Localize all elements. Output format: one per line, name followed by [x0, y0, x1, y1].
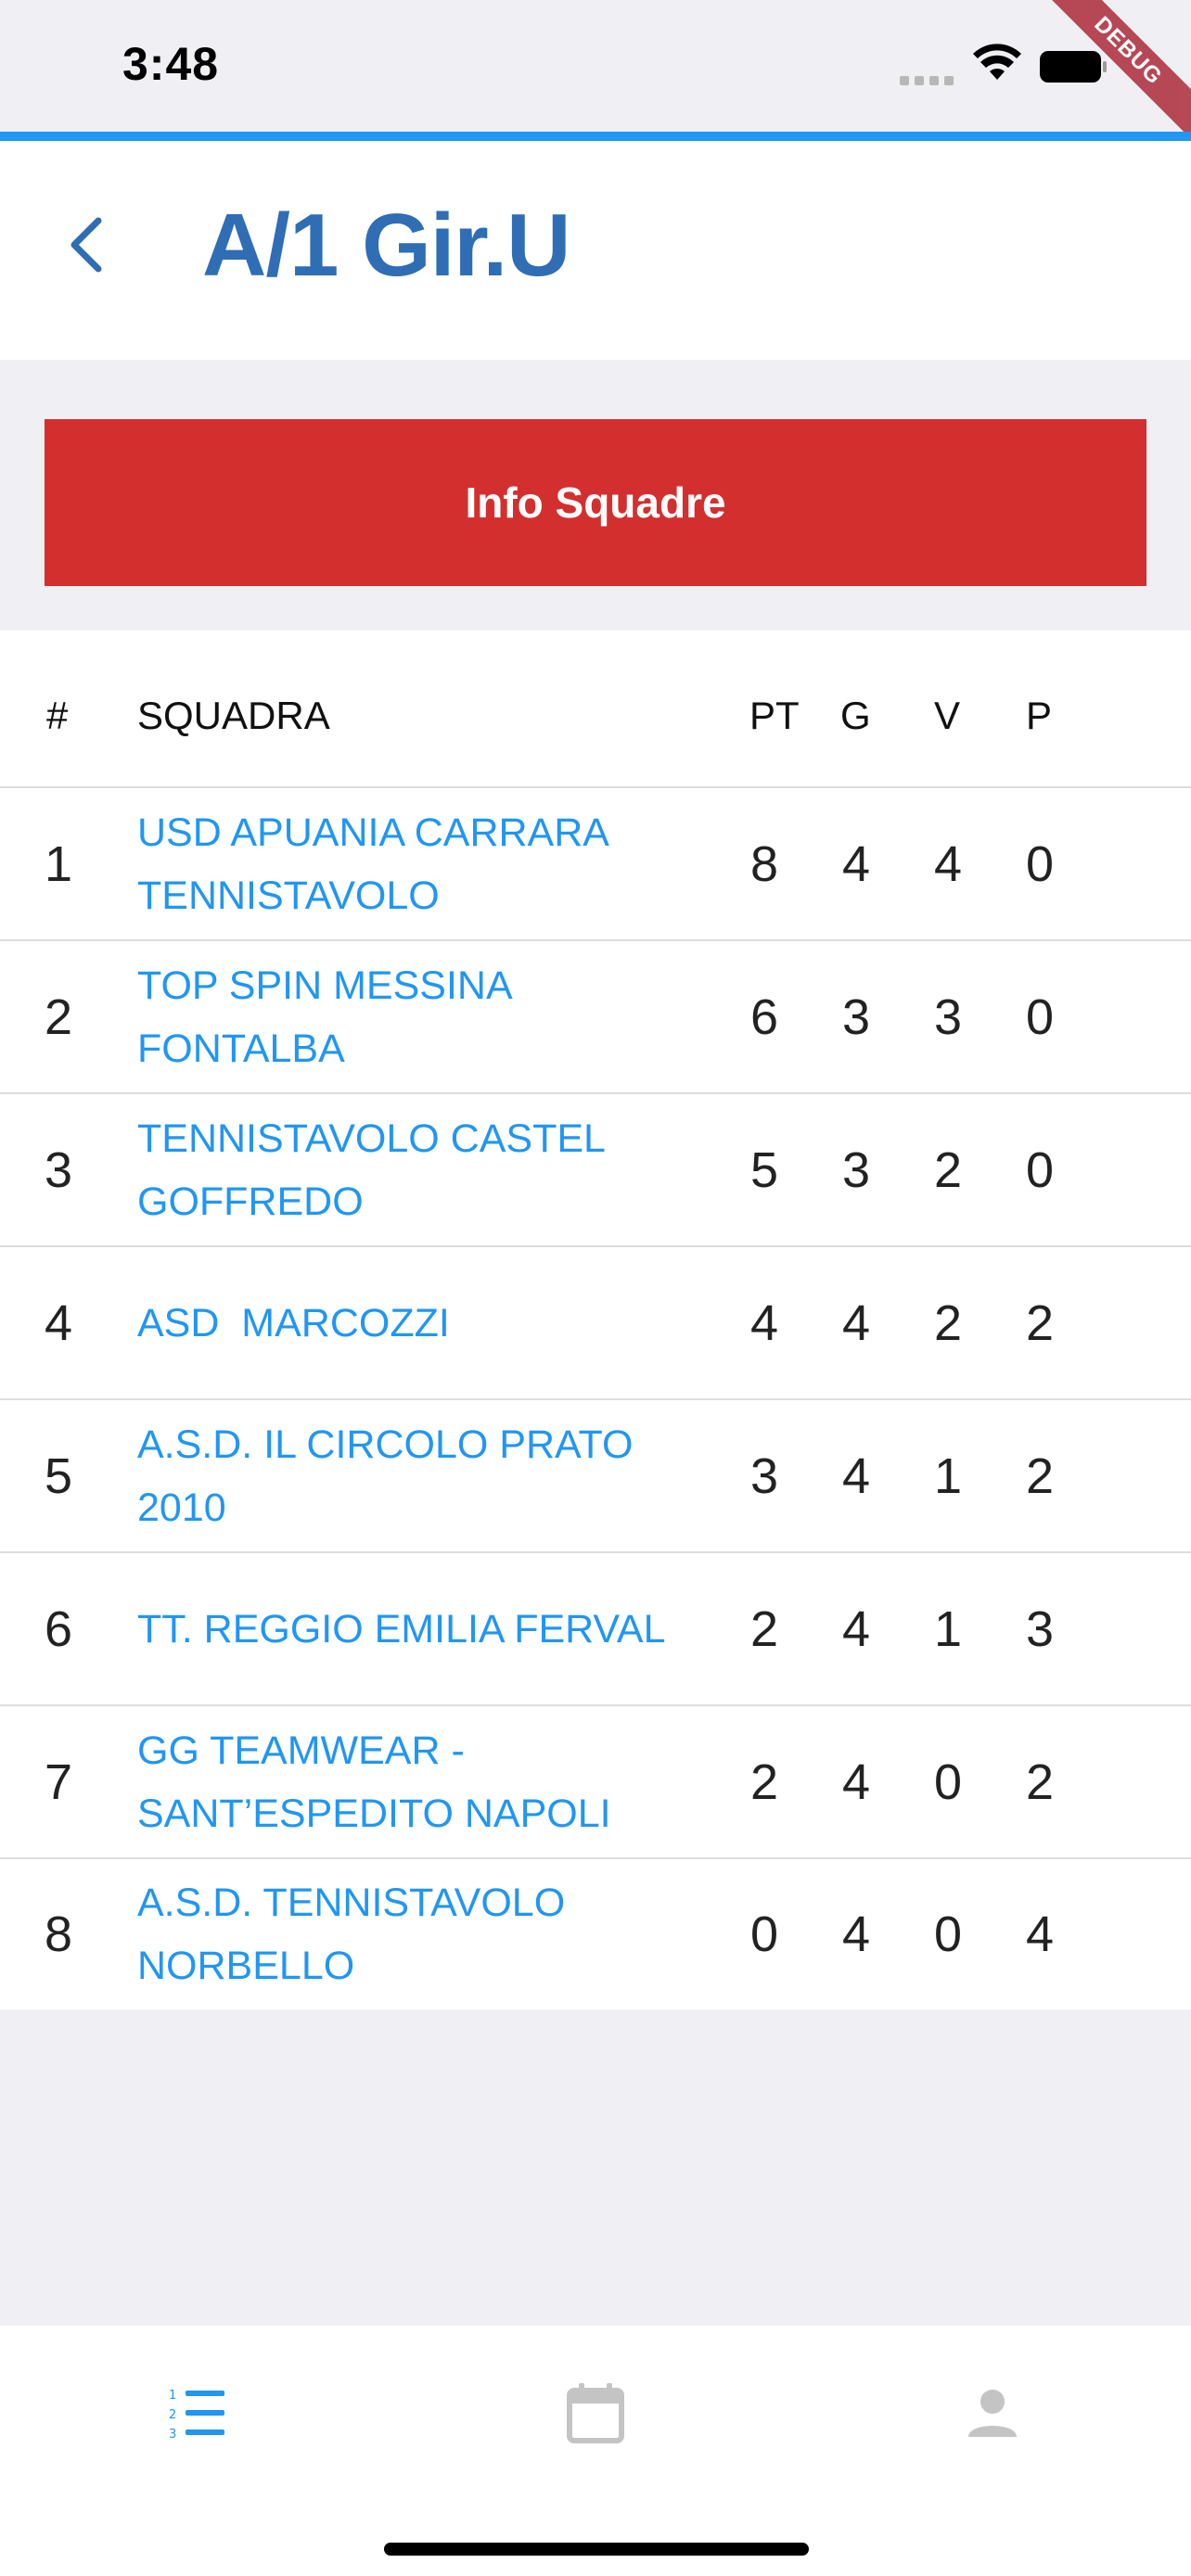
column-header-pt: PT	[749, 694, 800, 737]
points-cell: 2	[749, 1600, 779, 1657]
played-cell: 4	[841, 1294, 871, 1351]
team-link[interactable]: USD APUANIA CARRARA TENNISTAVOLO	[137, 788, 694, 939]
wins-cell: 2	[933, 1294, 963, 1351]
standings-table: # SQUADRA PT G V P 1 USD APUANIA CARRARA…	[0, 631, 1191, 2009]
losses-cell: 0	[1025, 988, 1055, 1045]
losses-cell: 4	[1025, 1906, 1055, 1962]
team-link[interactable]: GG TEAMWEAR - SANT’ESPEDITO NAPOLI	[137, 1706, 694, 1857]
played-cell: 4	[841, 1600, 871, 1657]
bottom-navigation: 1 2 3	[0, 2326, 1191, 2576]
page-title: A/1 Gir.U	[202, 196, 570, 295]
wins-cell: 2	[933, 1141, 963, 1198]
status-time: 3:48	[122, 38, 220, 90]
position-cell: 1	[45, 835, 73, 892]
svg-text:1: 1	[169, 2389, 176, 2403]
table-row: 6 TT. REGGIO EMILIA FERVAL 2 4 1 3	[0, 1553, 1191, 1706]
wins-cell: 3	[933, 988, 963, 1045]
nav-standings[interactable]: 1 2 3	[150, 2366, 243, 2459]
played-cell: 4	[841, 1906, 871, 1962]
points-cell: 2	[749, 1753, 779, 1810]
table-row: 3 TENNISTAVOLO CASTEL GOFFREDO 5 3 2 0	[0, 1094, 1191, 1247]
home-indicator[interactable]	[384, 2543, 809, 2556]
table-row: 2 TOP SPIN MESSINA FONTALBA 6 3 3 0	[0, 941, 1191, 1094]
cellular-signal-icon	[900, 76, 954, 85]
losses-cell: 0	[1025, 835, 1055, 892]
person-icon	[968, 2390, 1017, 2437]
calendar-icon	[567, 2383, 624, 2443]
losses-cell: 2	[1025, 1753, 1055, 1810]
table-row: 7 GG TEAMWEAR - SANT’ESPEDITO NAPOLI 2 4…	[0, 1706, 1191, 1859]
points-cell: 5	[749, 1141, 779, 1198]
played-cell: 4	[841, 835, 871, 892]
info-squadre-button[interactable]: Info Squadre	[45, 419, 1146, 586]
points-cell: 0	[749, 1906, 779, 1962]
top-accent-bar	[0, 132, 1191, 141]
column-header-pos: #	[46, 694, 69, 737]
team-link[interactable]: TENNISTAVOLO CASTEL GOFFREDO	[137, 1094, 694, 1245]
standings-list-icon: 1 2 3	[169, 2389, 224, 2439]
wins-cell: 0	[933, 1753, 963, 1810]
points-cell: 6	[749, 988, 779, 1045]
team-link[interactable]: TOP SPIN MESSINA FONTALBA	[137, 941, 694, 1092]
column-header-v: V	[934, 694, 961, 737]
column-header-g: G	[840, 694, 871, 737]
table-row: 5 A.S.D. IL CIRCOLO PRATO 2010 3 4 1 2	[0, 1400, 1191, 1553]
wins-cell: 1	[933, 1447, 963, 1504]
losses-cell: 2	[1025, 1447, 1055, 1504]
team-link[interactable]: ASD MARCOZZI	[137, 1247, 694, 1398]
played-cell: 4	[841, 1447, 871, 1504]
points-cell: 4	[749, 1294, 779, 1351]
played-cell: 4	[841, 1753, 871, 1810]
column-header-p: P	[1026, 694, 1053, 737]
table-row: 8 A.S.D. TENNISTAVOLO NORBELLO 0 4 0 4	[0, 1859, 1191, 2009]
position-cell: 4	[45, 1294, 73, 1351]
svg-text:2: 2	[169, 2408, 176, 2422]
table-row: 4 ASD MARCOZZI 4 4 2 2	[0, 1247, 1191, 1400]
status-bar: 3:48 DEBUG	[0, 0, 1191, 143]
screen: 3:48 DEBUG A/1 Gir.U Info Squadre # SQUA…	[0, 0, 1191, 2576]
played-cell: 3	[841, 1141, 871, 1198]
position-cell: 3	[45, 1141, 73, 1198]
losses-cell: 0	[1025, 1141, 1055, 1198]
wins-cell: 4	[933, 835, 963, 892]
position-cell: 7	[45, 1753, 73, 1810]
points-cell: 3	[749, 1447, 779, 1504]
table-row: 1 USD APUANIA CARRARA TENNISTAVOLO 8 4 4…	[0, 788, 1191, 941]
position-cell: 5	[45, 1447, 73, 1504]
losses-cell: 3	[1025, 1600, 1055, 1657]
svg-text:3: 3	[169, 2428, 176, 2439]
position-cell: 2	[45, 988, 73, 1045]
position-cell: 6	[45, 1600, 73, 1657]
wins-cell: 0	[933, 1906, 963, 1962]
table-header: # SQUADRA PT G V P	[0, 631, 1191, 788]
team-link[interactable]: TT. REGGIO EMILIA FERVAL	[137, 1553, 694, 1704]
team-link[interactable]: A.S.D. IL CIRCOLO PRATO 2010	[137, 1400, 694, 1551]
nav-calendar[interactable]	[549, 2366, 642, 2459]
app-bar: A/1 Gir.U	[0, 141, 1191, 360]
back-button[interactable]	[48, 208, 122, 282]
losses-cell: 2	[1025, 1294, 1055, 1351]
column-header-team: SQUADRA	[137, 694, 330, 737]
battery-icon	[1040, 51, 1107, 83]
wifi-icon	[973, 44, 1021, 80]
points-cell: 8	[749, 835, 779, 892]
position-cell: 8	[45, 1906, 73, 1962]
nav-profile[interactable]	[946, 2366, 1039, 2459]
wins-cell: 1	[933, 1600, 963, 1657]
team-link[interactable]: A.S.D. TENNISTAVOLO NORBELLO	[137, 1859, 694, 2009]
info-section: Info Squadre	[0, 360, 1191, 631]
played-cell: 3	[841, 988, 871, 1045]
chevron-left-icon	[70, 217, 102, 273]
